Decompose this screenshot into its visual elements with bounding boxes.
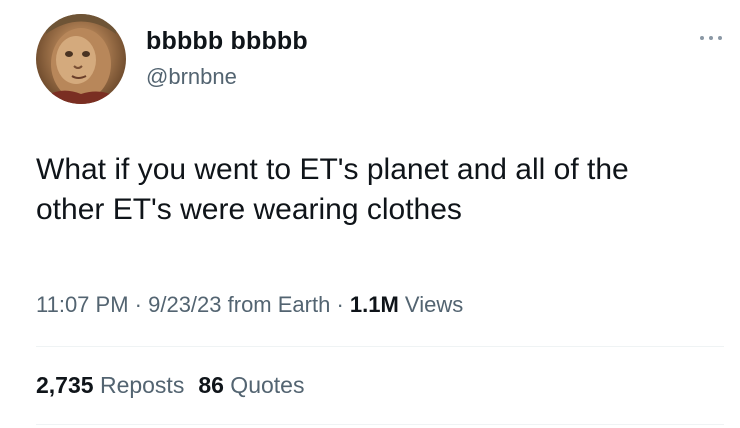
divider xyxy=(36,424,724,425)
engagement-stats: 2,735 Reposts 86 Quotes xyxy=(36,372,304,399)
dot xyxy=(718,36,722,40)
quotes-count: 86 xyxy=(198,372,224,398)
tweet-text: What if you went to ET's planet and all … xyxy=(36,150,716,230)
avatar[interactable] xyxy=(36,14,126,104)
tweet-source: from Earth xyxy=(221,292,331,317)
views-label: Views xyxy=(398,292,464,317)
quotes-link[interactable]: 86 Quotes xyxy=(198,372,304,398)
reposts-count: 2,735 xyxy=(36,372,94,398)
tweet-meta: 11:07 PM · 9/23/23 from Earth · 1.1M Vie… xyxy=(36,292,463,318)
separator-dot: · xyxy=(128,292,149,317)
views-count: 1.1M xyxy=(349,292,399,317)
painted-portrait-icon xyxy=(36,14,126,104)
dot xyxy=(700,36,704,40)
tweet-time[interactable]: 11:07 PM xyxy=(36,292,129,317)
user-handle[interactable]: @brnbne xyxy=(146,64,237,90)
reposts-link[interactable]: 2,735 Reposts xyxy=(36,372,184,398)
tweet-card: bbbbb bbbbb @brnbne What if you went to … xyxy=(0,0,740,428)
display-name[interactable]: bbbbb bbbbb xyxy=(146,27,308,56)
more-horizontal-icon[interactable] xyxy=(700,33,722,43)
tweet-text-line: other ET's were wearing clothes xyxy=(36,193,462,226)
quotes-label: Quotes xyxy=(223,372,305,398)
tweet-date[interactable]: 9/23/23 xyxy=(148,292,221,317)
separator-dot: · xyxy=(330,292,350,317)
reposts-label: Reposts xyxy=(93,372,185,398)
tweet-text-line: What if you went to ET's planet and all … xyxy=(36,153,629,186)
divider xyxy=(36,346,724,347)
dot xyxy=(709,36,713,40)
